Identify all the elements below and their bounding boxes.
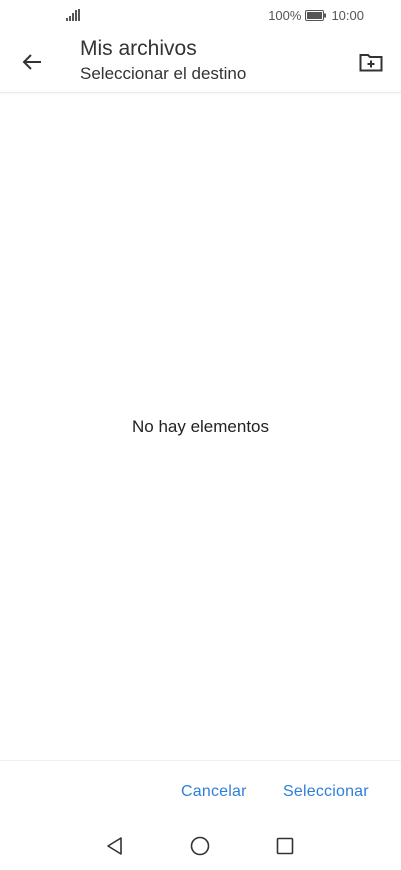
navigation-bar [0,824,401,870]
folder-plus-icon [359,54,383,72]
screen: 100% 10:00 Mis archivos Seleccionar el d… [0,0,401,870]
action-bar: Cancelar Seleccionar [0,760,401,821]
new-folder-button[interactable] [355,46,387,78]
battery-percent: 100% [268,8,302,23]
back-button[interactable] [16,46,48,78]
status-bar: 100% 10:00 [0,0,401,30]
empty-state-message: No hay elementos [131,417,270,436]
title-block: Mis archivos Seleccionar el destino [80,36,246,85]
select-button[interactable]: Seleccionar [283,783,369,801]
battery-full-icon [305,10,327,21]
cancel-button[interactable]: Cancelar [181,783,247,801]
arrow-left-icon [22,54,41,70]
page-title: Mis archivos [80,37,197,60]
clock: 10:00 [331,8,364,23]
signal-bars-icon [66,9,80,21]
nav-home-icon[interactable] [188,834,212,858]
nav-back-icon[interactable] [103,834,127,858]
app-bar: Mis archivos Seleccionar el destino [0,30,401,93]
status-right: 100% 10:00 [268,8,364,23]
page-subtitle: Seleccionar el destino [80,64,247,83]
nav-recent-apps-icon[interactable] [273,834,297,858]
